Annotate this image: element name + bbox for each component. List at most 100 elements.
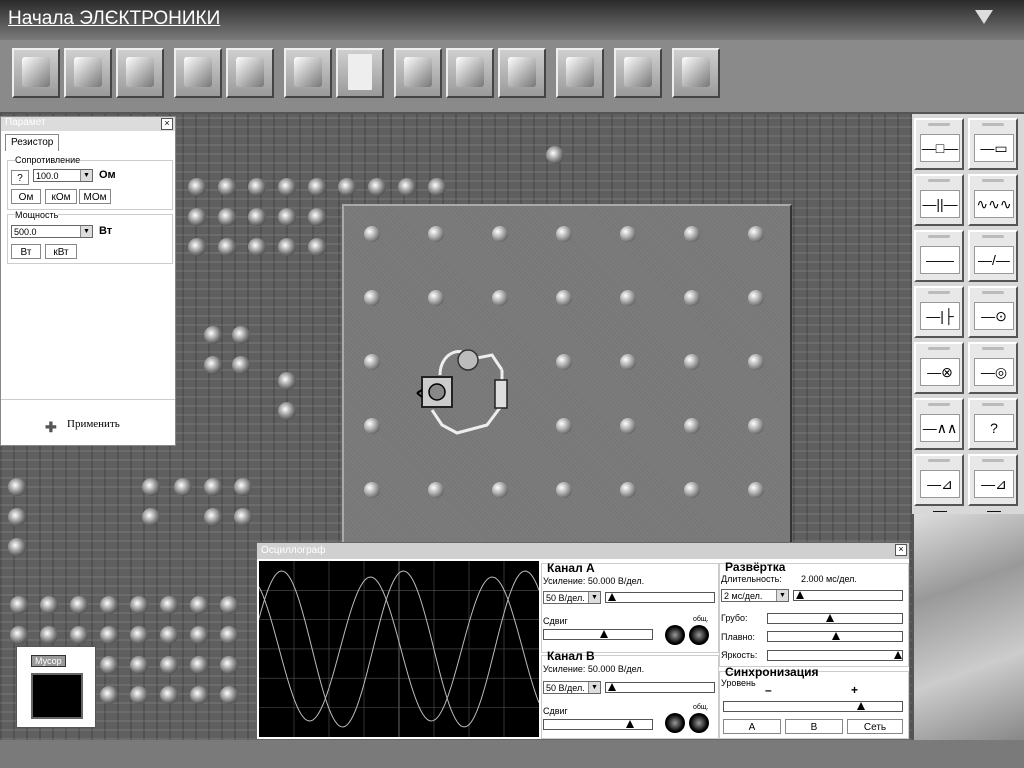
trash-bin[interactable]: Мусор: [16, 646, 96, 728]
palette-unknown[interactable]: ?: [968, 398, 1018, 450]
sync-network-button[interactable]: Сеть: [847, 719, 903, 734]
lab-button[interactable]: [446, 48, 494, 98]
slider-thumb[interactable]: [608, 593, 616, 601]
meter-button[interactable]: [174, 48, 222, 98]
board-socket[interactable]: [364, 290, 380, 306]
apply-button[interactable]: Применить: [67, 418, 120, 430]
palette-speaker[interactable]: —◎—: [968, 342, 1018, 406]
save-button[interactable]: [64, 48, 112, 98]
palette-heater[interactable]: —∧∧—: [914, 398, 964, 462]
filter-icon[interactable]: [975, 10, 993, 24]
board-socket[interactable]: [748, 354, 764, 370]
channel-a-knob[interactable]: [665, 625, 685, 645]
oscilloscope-header[interactable]: Осциллограф ×: [257, 543, 909, 559]
board-socket[interactable]: [364, 354, 380, 370]
unit-mohm-button[interactable]: МОм: [79, 189, 111, 204]
board-socket[interactable]: [556, 418, 572, 434]
slider-thumb[interactable]: [626, 720, 635, 728]
board-socket[interactable]: [492, 482, 508, 498]
slider-thumb[interactable]: [599, 630, 608, 638]
unit-kohm-button[interactable]: кОм: [45, 189, 77, 204]
board-socket[interactable]: [556, 226, 572, 242]
sweep-coarse-slider[interactable]: [767, 613, 903, 624]
channel-b-gain-select[interactable]: 50 В/дел. ▼: [543, 681, 601, 694]
board-socket[interactable]: [428, 482, 444, 498]
channel-b-shift-slider[interactable]: [543, 719, 653, 730]
board-socket[interactable]: [748, 418, 764, 434]
sweep-time-slider[interactable]: [793, 590, 903, 601]
board-socket[interactable]: [364, 482, 380, 498]
palette-inductor[interactable]: ∿∿∿: [968, 174, 1018, 226]
palette-battery[interactable]: —|├—: [914, 286, 964, 350]
board-socket[interactable]: [748, 290, 764, 306]
slider-thumb[interactable]: [796, 591, 804, 599]
board-socket[interactable]: [620, 354, 636, 370]
slider-thumb[interactable]: [825, 614, 834, 622]
parameters-panel-header[interactable]: Парамет ×: [1, 117, 175, 131]
molecule-button[interactable]: [614, 48, 662, 98]
palette-ac-source[interactable]: —⊙—: [968, 286, 1018, 350]
board-socket[interactable]: [620, 290, 636, 306]
palette-lamp[interactable]: —⊗—: [914, 342, 964, 406]
board-socket[interactable]: [428, 226, 444, 242]
board-socket[interactable]: [492, 290, 508, 306]
notes-button[interactable]: [336, 48, 384, 98]
unit-w-button[interactable]: Вт: [11, 244, 41, 259]
sync-a-button[interactable]: А: [723, 719, 781, 734]
board-socket[interactable]: [620, 482, 636, 498]
zoom-button[interactable]: [284, 48, 332, 98]
board-socket[interactable]: [556, 290, 572, 306]
slider-thumb[interactable]: [608, 683, 616, 691]
board-socket[interactable]: [364, 226, 380, 242]
close-icon[interactable]: ×: [895, 544, 907, 556]
resistance-value-select[interactable]: 100.0 ▼: [33, 169, 93, 182]
exit-button[interactable]: [672, 48, 720, 98]
power-value-select[interactable]: 500.0 ▼: [11, 225, 93, 238]
delete-button[interactable]: [226, 48, 274, 98]
channel-a-gain-slider[interactable]: [605, 592, 715, 603]
board-socket[interactable]: [748, 482, 764, 498]
slider-thumb[interactable]: [832, 632, 840, 640]
tab-resistor[interactable]: Резистор: [5, 134, 60, 151]
sweep-fine-slider[interactable]: [767, 631, 903, 642]
resistance-help-button[interactable]: ?: [11, 170, 29, 185]
board-socket[interactable]: [748, 226, 764, 242]
board-socket[interactable]: [556, 354, 572, 370]
channel-a-shift-slider[interactable]: [543, 629, 653, 640]
channel-b-gain-slider[interactable]: [605, 682, 715, 693]
help-button[interactable]: [498, 48, 546, 98]
board-socket[interactable]: [684, 354, 700, 370]
palette-resistor[interactable]: —□—: [914, 118, 964, 170]
board-socket[interactable]: [428, 290, 444, 306]
board-socket[interactable]: [620, 226, 636, 242]
palette-wire[interactable]: ——: [914, 230, 964, 282]
chevron-down-icon[interactable]: ▼: [776, 590, 788, 601]
palette-variable-capacitor[interactable]: —⊿—: [968, 454, 1018, 518]
tools-button[interactable]: [116, 48, 164, 98]
board-socket[interactable]: [620, 418, 636, 434]
board-socket[interactable]: [364, 418, 380, 434]
channel-a-ground-knob[interactable]: [689, 625, 709, 645]
sync-level-slider[interactable]: [723, 701, 903, 712]
board-socket[interactable]: [684, 418, 700, 434]
chevron-down-icon[interactable]: ▼: [80, 226, 92, 237]
sweep-time-select[interactable]: 2 мс/дел. ▼: [721, 589, 789, 602]
board-socket[interactable]: [684, 290, 700, 306]
resistor-component[interactable]: [494, 379, 508, 409]
palette-fuse[interactable]: —▭—: [968, 118, 1018, 182]
calculator-button[interactable]: [556, 48, 604, 98]
library-button[interactable]: [394, 48, 442, 98]
channel-b-ground-knob[interactable]: [689, 713, 709, 733]
chevron-down-icon[interactable]: ▼: [588, 682, 600, 693]
channel-a-gain-select[interactable]: 50 В/дел. ▼: [543, 591, 601, 604]
chevron-down-icon[interactable]: ▼: [80, 170, 92, 181]
app-title[interactable]: Начала ЭЛЄКТРОНИКИ: [8, 8, 220, 30]
unit-kw-button[interactable]: кВт: [45, 244, 77, 259]
board-socket[interactable]: [684, 226, 700, 242]
board-socket[interactable]: [684, 482, 700, 498]
palette-variable-resistor[interactable]: —⊿—: [914, 454, 964, 518]
slider-thumb[interactable]: [894, 651, 902, 659]
slider-thumb[interactable]: [857, 702, 866, 710]
palette-switch[interactable]: —/—: [968, 230, 1018, 282]
board-socket[interactable]: [492, 226, 508, 242]
